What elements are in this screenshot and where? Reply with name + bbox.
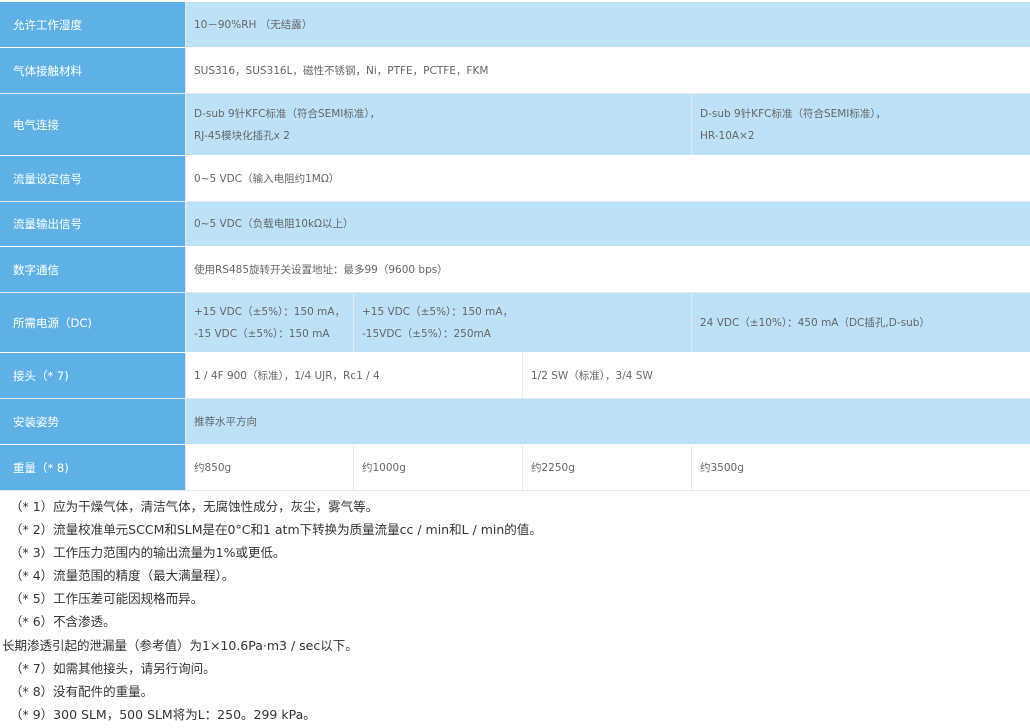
cell-text: 约3500g [700, 461, 744, 474]
spec-cell: 约3500g [691, 445, 1030, 490]
row-label: 安装姿势 [0, 399, 185, 444]
cell-text: 约1000g [362, 461, 406, 474]
cell-text: 约850g [194, 461, 232, 474]
cell-text: 0~5 VDC（负载电阻10kΩ以上） [194, 218, 354, 230]
row-label: 数字通信 [0, 247, 185, 292]
cell-text: RJ-45模块化插孔x 2 [194, 129, 290, 142]
cell-text: D-sub 9针KFC标准（符合SEMI标准）， [700, 107, 887, 120]
spec-cell: 0~5 VDC（输入电阻约1MΩ） [185, 156, 1030, 201]
spec-cell: 10－90%RH （无结露） [185, 2, 1030, 47]
spec-row-output-signal: 流量输出信号 0~5 VDC（负载电阻10kΩ以上） [0, 202, 1030, 246]
footnote: （* 8）没有配件的重量。 [10, 684, 154, 699]
cell-text: 1 / 4F 900（标准），1/4 UJR，Rc1 / 4 [194, 369, 380, 382]
spec-cell: D-sub 9针KFC标准（符合SEMI标准）， HR-10A×2 [691, 94, 1030, 155]
cell-text: 约2250g [531, 461, 575, 474]
cell-text: -15 VDC（±5%）：150 mA [194, 327, 330, 340]
spec-row-fittings: 接头（* 7) 1 / 4F 900（标准），1/4 UJR，Rc1 / 4 1… [0, 353, 1030, 399]
spec-row-digital-comm: 数字通信 使用RS485旋转开关设置地址：最多99（9600 bps） [0, 247, 1030, 293]
row-label: 气体接触材料 [0, 48, 185, 93]
spec-row-weight: 重量（* 8) 约850g 约1000g 约2250g 约3500g [0, 445, 1030, 491]
footnote: （* 6）不含渗透。 [10, 614, 116, 629]
spec-cell: 1/2 SW（标准），3/4 SW [522, 353, 1030, 398]
spec-row-materials: 气体接触材料 SUS316，SUS316L，磁性不锈钢，Ni，PTFE，PCTF… [0, 48, 1030, 94]
footnote: （* 9）300 SLM，500 SLM将为L：250。299 kPa。 [10, 707, 316, 722]
row-label: 流量设定信号 [0, 156, 185, 201]
spec-table: 允许工作湿度 10－90%RH （无结露） 气体接触材料 SUS316，SUS3… [0, 0, 1030, 491]
cell-text: 使用RS485旋转开关设置地址：最多99（9600 bps） [194, 263, 448, 276]
spec-cell: 约2250g [522, 445, 691, 490]
cell-text: -15VDC（±5%）：250mA [362, 327, 491, 340]
cell-text: SUS316，SUS316L，磁性不锈钢，Ni，PTFE，PCTFE，FKM [194, 64, 489, 77]
footnote: （* 7）如需其他接头，请另行询问。 [10, 661, 216, 676]
cell-text: 10－90%RH （无结露） [194, 18, 313, 31]
spec-cell: 约1000g [353, 445, 522, 490]
spec-cell: SUS316，SUS316L，磁性不锈钢，Ni，PTFE，PCTFE，FKM [185, 48, 1030, 93]
footnote: （* 5）工作压差可能因规格而异。 [10, 591, 204, 606]
footnote: （* 4）流量范围的精度（最大满量程）。 [10, 568, 235, 583]
row-label: 接头（* 7) [0, 353, 185, 398]
footnote: （* 1）应为干燥气体，清洁气体，无腐蚀性成分，灰尘，雾气等。 [10, 499, 379, 514]
footnote: 长期渗透引起的泄漏量（参考值）为1×10.6Pa·m3 / sec以下。 [2, 638, 358, 653]
spec-row-humidity: 允许工作湿度 10－90%RH （无结露） [0, 2, 1030, 47]
cell-text: 24 VDC（±10%）：450 mA（DC插孔,D-sub） [700, 316, 930, 329]
spec-cell: 1 / 4F 900（标准），1/4 UJR，Rc1 / 4 [185, 353, 522, 398]
cell-text: HR-10A×2 [700, 129, 755, 142]
row-label: 所需电源（DC) [0, 293, 185, 352]
footnote: （* 3）工作压力范围内的输出流量为1%或更低。 [10, 545, 286, 560]
footnote: （* 2）流量校准单元SCCM和SLM是在0°C和1 atm下转换为质量流量cc… [10, 522, 542, 537]
spec-cell: 推荐水平方向 [185, 399, 1030, 444]
cell-text: 推荐水平方向 [194, 415, 257, 428]
spec-cell: 24 VDC（±10%）：450 mA（DC插孔,D-sub） [691, 293, 1030, 352]
row-label: 允许工作湿度 [0, 2, 185, 47]
cell-text: +15 VDC（±5%）：150 mA， [194, 305, 346, 318]
spec-cell: +15 VDC（±5%）：150 mA， -15 VDC（±5%）：150 mA [185, 293, 353, 352]
row-label: 流量输出信号 [0, 202, 185, 246]
spec-row-power: 所需电源（DC) +15 VDC（±5%）：150 mA， -15 VDC（±5… [0, 293, 1030, 352]
cell-text: D-sub 9针KFC标准（符合SEMI标准）， [194, 107, 381, 120]
spec-cell: D-sub 9针KFC标准（符合SEMI标准）， RJ-45模块化插孔x 2 [185, 94, 691, 155]
spec-cell: 约850g [185, 445, 353, 490]
spec-cell: 0~5 VDC（负载电阻10kΩ以上） [185, 202, 1030, 246]
row-label: 重量（* 8) [0, 445, 185, 490]
cell-text: 0~5 VDC（输入电阻约1MΩ） [194, 172, 340, 185]
cell-text: 1/2 SW（标准），3/4 SW [531, 369, 653, 382]
spec-cell: 使用RS485旋转开关设置地址：最多99（9600 bps） [185, 247, 1030, 292]
spec-row-setpoint-signal: 流量设定信号 0~5 VDC（输入电阻约1MΩ） [0, 156, 1030, 202]
spec-cell: +15 VDC（±5%）：150 mA， -15VDC（±5%）：250mA [353, 293, 691, 352]
spec-row-mounting: 安装姿势 推荐水平方向 [0, 399, 1030, 444]
cell-text: +15 VDC（±5%）：150 mA， [362, 305, 514, 318]
spec-row-electrical: 电气连接 D-sub 9针KFC标准（符合SEMI标准）， RJ-45模块化插孔… [0, 94, 1030, 155]
row-label: 电气连接 [0, 94, 185, 155]
